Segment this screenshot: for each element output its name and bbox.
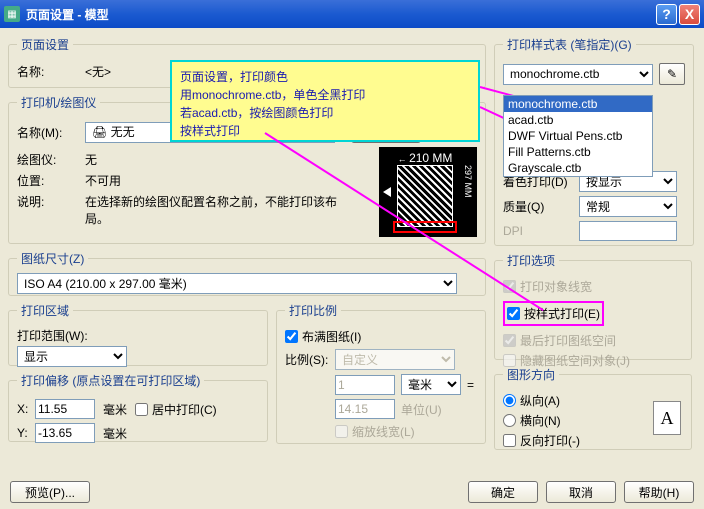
scale-unit2-label: 单位(U) <box>401 401 442 418</box>
quality-select[interactable]: 常规 <box>579 196 677 217</box>
offset-x-label: X: <box>17 402 35 416</box>
paper-preview: ← 210 MM → 297 MM <box>379 147 477 237</box>
scale-eq: = <box>467 378 474 392</box>
annotation-line4: 按样式打印 <box>180 122 470 140</box>
plot-by-style-label: 按样式打印(E) <box>524 305 600 322</box>
ok-button[interactable]: 确定 <box>468 481 538 503</box>
plot-style-legend: 打印样式表 (笔指定)(G) <box>503 36 636 53</box>
position-label: 位置: <box>17 172 85 189</box>
offset-y-input[interactable] <box>35 423 95 443</box>
paper-size-select[interactable]: ISO A4 (210.00 x 297.00 毫米) <box>17 273 457 294</box>
portrait-radio[interactable] <box>503 394 516 407</box>
paper-size-legend: 图纸尺寸(Z) <box>17 250 88 267</box>
reverse-checkbox[interactable] <box>503 434 516 447</box>
scale-legend: 打印比例 <box>285 302 341 319</box>
window-title: 页面设置 - 模型 <box>26 6 654 23</box>
portrait-label: 纵向(A) <box>520 392 560 409</box>
orientation-glyph: A <box>653 401 681 435</box>
offset-y-unit: 毫米 <box>103 425 127 442</box>
offset-x-input[interactable] <box>35 399 95 419</box>
style-option[interactable]: monochrome.ctb <box>504 96 652 112</box>
titlebar-close-button[interactable]: X <box>679 4 700 25</box>
orientation-legend: 图形方向 <box>503 366 559 383</box>
offset-legend: 打印偏移 (原点设置在可打印区域) <box>17 372 204 389</box>
reverse-label: 反向打印(-) <box>520 432 580 449</box>
edit-style-button[interactable]: ✎ <box>659 63 685 85</box>
description-value: 在选择新的绘图仪配置名称之前，不能打印该布局。 <box>85 193 345 227</box>
plot-area-legend: 打印区域 <box>17 302 73 319</box>
quality-label: 质量(Q) <box>503 198 579 215</box>
scale-unit1-select[interactable]: 毫米 <box>401 374 461 395</box>
center-plot-checkbox[interactable] <box>135 403 148 416</box>
style-option[interactable]: DWF Virtual Pens.ctb <box>504 128 652 144</box>
help-button[interactable]: 帮助(H) <box>624 481 694 503</box>
annotation-line1: 页面设置，打印颜色 <box>180 68 470 86</box>
app-icon: ▦ <box>4 6 20 22</box>
plot-by-style-checkbox[interactable] <box>507 307 520 320</box>
page-setup-legend: 页面设置 <box>17 36 73 53</box>
annotation-line3: 若acad.ctb，按绘图颜色打印 <box>180 104 470 122</box>
preview-button[interactable]: 预览(P)... <box>10 481 90 503</box>
plot-options-legend: 打印选项 <box>503 252 559 269</box>
page-setup-name-label: 名称: <box>17 63 85 80</box>
offset-y-label: Y: <box>17 426 35 440</box>
style-option[interactable]: Fill Patterns.ctb <box>504 144 652 160</box>
scale-num1-input <box>335 375 395 395</box>
description-label: 说明: <box>17 193 85 210</box>
plotter-label: 绘图仪: <box>17 151 85 168</box>
plotter-value: 无 <box>85 151 97 168</box>
printer-name-label: 名称(M): <box>17 124 85 141</box>
fit-to-paper-label: 布满图纸(I) <box>302 328 361 345</box>
annotation-line2: 用monochrome.ctb，单色全黑打印 <box>180 86 470 104</box>
annotation-callout: 页面设置，打印颜色 用monochrome.ctb，单色全黑打印 若acad.c… <box>170 60 480 142</box>
plot-last-label: 最后打印图纸空间 <box>520 332 616 349</box>
titlebar-help-button[interactable]: ? <box>656 4 677 25</box>
dpi-label: DPI <box>503 224 579 238</box>
scale-ratio-label: 比例(S): <box>285 351 335 368</box>
style-option[interactable]: Grayscale.ctb <box>504 160 652 176</box>
dpi-input <box>579 221 677 241</box>
plot-range-select[interactable]: 显示 <box>17 346 127 367</box>
scale-ratio-select: 自定义 <box>335 349 455 370</box>
scale-lineweights-label: 缩放线宽(L) <box>352 423 415 440</box>
page-setup-name-value: <无> <box>85 63 111 80</box>
printer-legend: 打印机/绘图仪 <box>17 94 100 111</box>
style-option[interactable]: acad.ctb <box>504 112 652 128</box>
scale-num2-input <box>335 399 395 419</box>
scale-lineweights-checkbox <box>335 425 348 438</box>
preview-height-label: 297 MM <box>463 165 473 227</box>
landscape-radio[interactable] <box>503 414 516 427</box>
offset-x-unit: 毫米 <box>103 401 127 418</box>
center-plot-label: 居中打印(C) <box>152 401 217 418</box>
plot-style-select[interactable]: monochrome.ctb <box>503 64 653 85</box>
pencil-icon: ✎ <box>667 67 677 81</box>
lineweights-label: 打印对象线宽 <box>520 278 592 295</box>
fit-to-paper-checkbox[interactable] <box>285 330 298 343</box>
landscape-label: 横向(N) <box>520 412 561 429</box>
cancel-button[interactable]: 取消 <box>546 481 616 503</box>
position-value: 不可用 <box>85 172 121 189</box>
plot-style-dropdown[interactable]: monochrome.ctb acad.ctb DWF Virtual Pens… <box>503 95 653 177</box>
plot-last-checkbox <box>503 334 516 347</box>
plot-range-label: 打印范围(W): <box>17 327 259 344</box>
highlight-rect <box>393 221 457 233</box>
